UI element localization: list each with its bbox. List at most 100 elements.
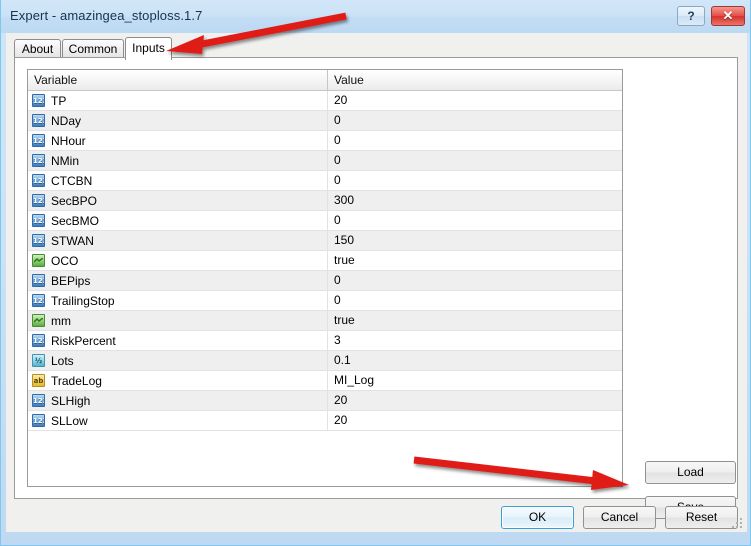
variable-name: NHour (51, 133, 86, 148)
grid-cell-value[interactable]: 0 (328, 271, 622, 290)
grid-cell-value[interactable]: 0.1 (328, 351, 622, 370)
grid-cell-variable: 123 RiskPercent (28, 331, 328, 350)
grid-row[interactable]: 123 SLHigh 20 (28, 391, 622, 411)
int-type-icon: 123 (32, 134, 45, 147)
grid-cell-variable: ½ Lots (28, 351, 328, 370)
inputs-property-grid[interactable]: Variable Value 123TP20123NDay0123NHour01… (27, 69, 623, 487)
column-header-variable[interactable]: Variable (28, 70, 328, 90)
grid-row[interactable]: 123 CTCBN 0 (28, 171, 622, 191)
grid-row[interactable]: 123 SecBPO 300 (28, 191, 622, 211)
int-type-icon: 123 (32, 334, 45, 347)
variable-name: SLLow (51, 413, 88, 428)
column-header-value[interactable]: Value (328, 70, 622, 90)
variable-name: Lots (51, 353, 74, 368)
grid-cell-value[interactable]: 0 (328, 291, 622, 310)
grid-cell-variable: 123 TP (28, 91, 328, 110)
bool-type-icon (32, 314, 45, 327)
variable-name: TrailingStop (51, 293, 115, 308)
grid-cell-variable: 123 BEPips (28, 271, 328, 290)
variable-name: mm (51, 313, 71, 328)
variable-name: TradeLog (51, 373, 102, 388)
grid-row[interactable]: ab TradeLog MI_Log (28, 371, 622, 391)
grid-cell-variable: 123 SecBMO (28, 211, 328, 230)
grid-row[interactable]: OCO true (28, 251, 622, 271)
load-button[interactable]: Load (645, 461, 736, 484)
int-type-icon: 123 (32, 234, 45, 247)
grid-row[interactable]: 123 SecBMO 0 (28, 211, 622, 231)
grid-cell-variable: OCO (28, 251, 328, 270)
grid-header-row: Variable Value (28, 70, 622, 91)
grid-cell-variable: 123 NDay (28, 111, 328, 130)
int-type-icon: 123 (32, 94, 45, 107)
variable-name: OCO (51, 253, 79, 268)
grid-cell-value[interactable]: true (328, 251, 622, 270)
resize-grip-icon[interactable] (732, 518, 744, 530)
grid-cell-value[interactable]: 0 (328, 131, 622, 150)
grid-cell-variable: 123 STWAN (28, 231, 328, 250)
grid-cell-value[interactable]: 0 (328, 211, 622, 230)
variable-name: CTCBN (51, 173, 93, 188)
int-type-icon: 123 (32, 214, 45, 227)
int-type-icon: 123 (32, 414, 45, 427)
variable-name: TP (51, 93, 67, 108)
int-type-icon: 123 (32, 294, 45, 307)
grid-cell-value[interactable]: MI_Log (328, 371, 622, 390)
grid-cell-variable: 123 NMin (28, 151, 328, 170)
inputs-tab-panel: Variable Value 123TP20123NDay0123NHour01… (14, 57, 738, 519)
grid-row[interactable]: 123 TP 20 (28, 91, 622, 111)
grid-cell-value[interactable]: 0 (328, 171, 622, 190)
grid-cell-value[interactable]: 20 (328, 411, 622, 430)
grid-row[interactable]: ½ Lots 0.1 (28, 351, 622, 371)
grid-row[interactable]: 123 SLLow 20 (28, 411, 622, 431)
grid-row[interactable]: 123 TrailingStop 0 (28, 291, 622, 311)
window-title: Expert - amazingea_stoploss.1.7 (10, 8, 203, 23)
help-icon-button[interactable]: ? (677, 6, 705, 26)
int-type-icon: 123 (32, 114, 45, 127)
int-type-icon: 123 (32, 394, 45, 407)
grid-cell-variable: 123 SecBPO (28, 191, 328, 210)
grid-body: 123 TP 20 123 NDay 0 123 NHour 0 123 NMin 0 123 CTCBN… (28, 91, 622, 486)
grid-row[interactable]: 123 BEPips 0 (28, 271, 622, 291)
variable-name: SecBPO (51, 193, 98, 208)
grid-cell-variable: ab TradeLog (28, 371, 328, 390)
double-type-icon: ½ (32, 354, 45, 367)
grid-row[interactable]: 123 NMin 0 (28, 151, 622, 171)
variable-name: SecBMO (51, 213, 100, 228)
variable-name: STWAN (51, 233, 94, 248)
variable-name: NDay (51, 113, 82, 128)
tab-common[interactable]: Common (62, 39, 124, 59)
grid-cell-value[interactable]: 150 (328, 231, 622, 250)
tab-inputs[interactable]: Inputs (125, 37, 172, 60)
grid-cell-value[interactable]: true (328, 311, 622, 330)
grid-cell-value[interactable]: 0 (328, 151, 622, 170)
grid-row[interactable]: 123 NHour 0 (28, 131, 622, 151)
grid-cell-variable: 123 SLHigh (28, 391, 328, 410)
int-type-icon: 123 (32, 274, 45, 287)
grid-cell-variable: 123 CTCBN (28, 171, 328, 190)
cancel-button[interactable]: Cancel (583, 506, 656, 529)
variable-name: SLHigh (51, 393, 91, 408)
variable-name: BEPips (51, 273, 91, 288)
grid-cell-value[interactable]: 0 (328, 111, 622, 130)
grid-cell-value[interactable]: 20 (328, 91, 622, 110)
int-type-icon: 123 (32, 154, 45, 167)
grid-cell-value[interactable]: 3 (328, 331, 622, 350)
int-type-icon: 123 (32, 174, 45, 187)
grid-row[interactable]: 123 STWAN 150 (28, 231, 622, 251)
reset-button[interactable]: Reset (665, 506, 738, 529)
variable-name: NMin (51, 153, 80, 168)
tab-about[interactable]: About (14, 39, 61, 59)
grid-cell-variable: 123 SLLow (28, 411, 328, 430)
grid-row[interactable]: mm true (28, 311, 622, 331)
expert-properties-dialog: Expert - amazingea_stoploss.1.7 ? ✕ Abou… (0, 0, 751, 546)
dialog-client-area: About Common Inputs Variable Value 123 TP… (6, 33, 747, 532)
grid-cell-value[interactable]: 20 (328, 391, 622, 410)
grid-cell-variable: 123 TrailingStop (28, 291, 328, 310)
grid-row[interactable]: 123 NDay 0 (28, 111, 622, 131)
grid-cell-value[interactable]: 300 (328, 191, 622, 210)
int-type-icon: 123 (32, 194, 45, 207)
grid-row[interactable]: 123 RiskPercent 3 (28, 331, 622, 351)
close-icon-button[interactable]: ✕ (711, 6, 745, 26)
ok-button[interactable]: OK (501, 506, 574, 529)
grid-cell-variable: mm (28, 311, 328, 330)
